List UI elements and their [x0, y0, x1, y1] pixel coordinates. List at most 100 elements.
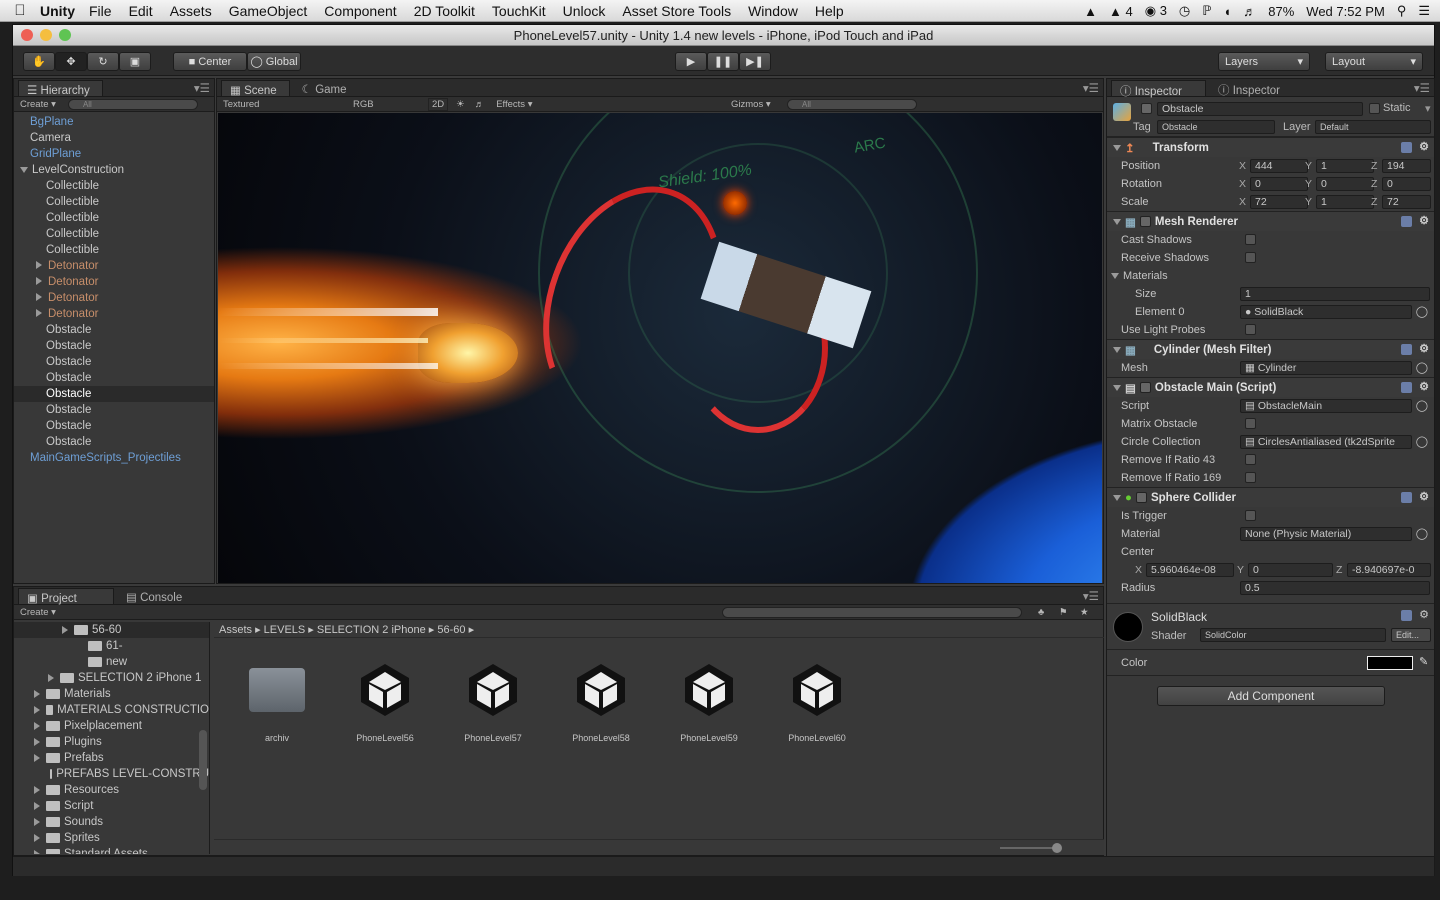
- panel-menu-icon[interactable]: ▾☰: [1414, 81, 1430, 95]
- light-probes-checkbox[interactable]: [1245, 324, 1256, 335]
- audio-icon[interactable]: ♬: [475, 99, 485, 110]
- foldout-arrow-icon[interactable]: [34, 850, 40, 854]
- element0-field[interactable]: ● SolidBlack: [1240, 305, 1412, 319]
- foldout-arrow-icon[interactable]: [36, 293, 42, 301]
- lighting-icon[interactable]: ☀: [456, 99, 465, 110]
- hierarchy-item[interactable]: Detonator: [14, 274, 214, 290]
- menu-window[interactable]: Window: [748, 3, 798, 19]
- eyedropper-icon[interactable]: ✎: [1419, 655, 1428, 668]
- gear-icon[interactable]: ⚙: [1419, 490, 1429, 503]
- tab-hierarchy[interactable]: ☰ Hierarchy: [18, 80, 103, 97]
- battery-status[interactable]: 87%: [1268, 4, 1294, 19]
- asset-scene-file[interactable]: PhoneLevel56: [345, 657, 425, 743]
- tab-game[interactable]: ☾ Game: [293, 80, 359, 96]
- adobe-icon[interactable]: ▲ 4: [1109, 4, 1133, 19]
- radius-field[interactable]: 0.5: [1240, 581, 1430, 595]
- help-icon[interactable]: [1401, 216, 1412, 227]
- hand-tool-button[interactable]: ✋: [23, 52, 55, 71]
- help-icon[interactable]: [1401, 344, 1412, 355]
- render-mode-dropdown[interactable]: Textured: [223, 99, 343, 110]
- gear-icon[interactable]: ⚙: [1419, 380, 1429, 393]
- project-tree-item[interactable]: Plugins: [14, 734, 209, 750]
- zoom-button[interactable]: [59, 29, 71, 41]
- icon-size-slider-thumb[interactable]: [1052, 843, 1062, 853]
- hierarchy-item[interactable]: Obstacle: [14, 370, 214, 386]
- foldout-arrow-icon[interactable]: [34, 818, 40, 826]
- favorite-star-icon[interactable]: ★: [1080, 607, 1089, 618]
- hierarchy-item[interactable]: Obstacle: [14, 322, 214, 338]
- collider-enabled-checkbox[interactable]: [1135, 492, 1147, 503]
- project-tree-item[interactable]: Standard Assets: [14, 846, 209, 854]
- tab-console[interactable]: ▤ Console: [118, 588, 195, 604]
- volume-icon[interactable]: ♬: [1243, 4, 1256, 19]
- gear-icon[interactable]: ⚙: [1419, 342, 1429, 355]
- hierarchy-item[interactable]: Collectible: [14, 210, 214, 226]
- minimize-button[interactable]: [40, 29, 52, 41]
- project-tree-item[interactable]: MATERIALS CONSTRUCTIO: [14, 702, 209, 718]
- menu-help[interactable]: Help: [815, 3, 844, 19]
- asset-scene-file[interactable]: PhoneLevel57: [453, 657, 533, 743]
- hierarchy-item[interactable]: MainGameScripts_Projectiles: [14, 450, 214, 466]
- spotlight-icon[interactable]: ⚲: [1397, 3, 1407, 19]
- remove-ratio43-checkbox[interactable]: [1245, 454, 1256, 465]
- object-picker-icon[interactable]: ◯: [1416, 361, 1428, 374]
- foldout-arrow-icon[interactable]: [34, 754, 40, 762]
- wifi-icon[interactable]: ◖: [1223, 4, 1231, 19]
- help-icon[interactable]: [1401, 142, 1412, 153]
- breadcrumb-56-60[interactable]: 56-60: [437, 624, 465, 636]
- materials-row[interactable]: Materials: [1107, 267, 1434, 285]
- bluetooth-icon[interactable]: ℙ: [1202, 3, 1211, 19]
- hierarchy-item[interactable]: Collectible: [14, 178, 214, 194]
- notification-icon[interactable]: ▲: [1084, 4, 1097, 19]
- transform-header[interactable]: ↥ Transform ⚙: [1107, 137, 1434, 157]
- help-icon[interactable]: [1401, 492, 1412, 503]
- center-y-field[interactable]: 0: [1248, 563, 1333, 577]
- hierarchy-search-input[interactable]: All: [67, 98, 198, 110]
- mesh-filter-header[interactable]: ▦ Cylinder (Mesh Filter) ⚙: [1107, 339, 1434, 359]
- menu-file[interactable]: File: [89, 3, 112, 19]
- tree-scrollbar[interactable]: [199, 730, 207, 790]
- hierarchy-item[interactable]: Detonator: [14, 306, 214, 322]
- time-machine-icon[interactable]: ◷: [1179, 3, 1190, 19]
- project-tree-item[interactable]: Sprites: [14, 830, 209, 846]
- project-tree-item[interactable]: Materials: [14, 686, 209, 702]
- hierarchy-item[interactable]: Obstacle: [14, 418, 214, 434]
- tab-inspector[interactable]: ⓘ Inspector: [1111, 80, 1206, 98]
- cast-shadows-checkbox[interactable]: [1245, 234, 1256, 245]
- foldout-arrow-icon[interactable]: [36, 261, 42, 269]
- breadcrumb-assets[interactable]: Assets: [219, 624, 252, 636]
- sphere-collider-header[interactable]: ● Sphere Collider ⚙: [1107, 487, 1434, 507]
- effects-dropdown[interactable]: Effects ▾: [496, 99, 532, 110]
- play-button[interactable]: ▶: [675, 52, 707, 71]
- foldout-arrow-icon[interactable]: [36, 309, 42, 317]
- mesh-field[interactable]: ▦ Cylinder: [1240, 361, 1412, 375]
- object-picker-icon[interactable]: ◯: [1416, 399, 1428, 412]
- pivot-global-button[interactable]: ◯ Global: [247, 52, 301, 71]
- panel-menu-icon[interactable]: ▾☰: [1083, 81, 1099, 95]
- foldout-arrow-icon[interactable]: [34, 834, 40, 842]
- move-tool-button[interactable]: ✥: [55, 52, 87, 71]
- panel-menu-icon[interactable]: ▾☰: [194, 81, 210, 95]
- gear-icon[interactable]: ⚙: [1419, 140, 1429, 153]
- object-picker-icon[interactable]: ◯: [1416, 435, 1428, 448]
- create-dropdown[interactable]: Create ▾: [20, 99, 56, 110]
- scale-y-field[interactable]: 1: [1316, 195, 1374, 209]
- breadcrumb-levels[interactable]: LEVELS: [264, 624, 306, 636]
- hierarchy-item[interactable]: Obstacle: [14, 386, 214, 402]
- step-button[interactable]: ▶❚: [739, 52, 771, 71]
- gizmos-dropdown[interactable]: Gizmos ▾: [731, 99, 771, 110]
- menu-2d-toolkit[interactable]: 2D Toolkit: [414, 3, 475, 19]
- pivot-center-button[interactable]: ■ Center: [173, 52, 247, 71]
- hierarchy-item[interactable]: Detonator: [14, 258, 214, 274]
- foldout-arrow-icon[interactable]: [34, 738, 40, 746]
- project-create-dropdown[interactable]: Create ▾: [20, 607, 56, 618]
- mesh-renderer-enabled-checkbox[interactable]: [1139, 216, 1151, 227]
- project-tree-item[interactable]: PREFABS LEVEL-CONSTRU: [14, 766, 209, 782]
- position-z-field[interactable]: 194: [1382, 159, 1431, 173]
- tab-project[interactable]: ▣ Project: [18, 588, 114, 605]
- script-header[interactable]: ▤ Obstacle Main (Script) ⚙: [1107, 377, 1434, 397]
- layers-dropdown[interactable]: Layers ▾: [1218, 52, 1310, 71]
- object-picker-icon[interactable]: ◯: [1416, 305, 1428, 318]
- foldout-arrow-icon[interactable]: [62, 626, 68, 634]
- project-tree-item[interactable]: 61-: [14, 638, 209, 654]
